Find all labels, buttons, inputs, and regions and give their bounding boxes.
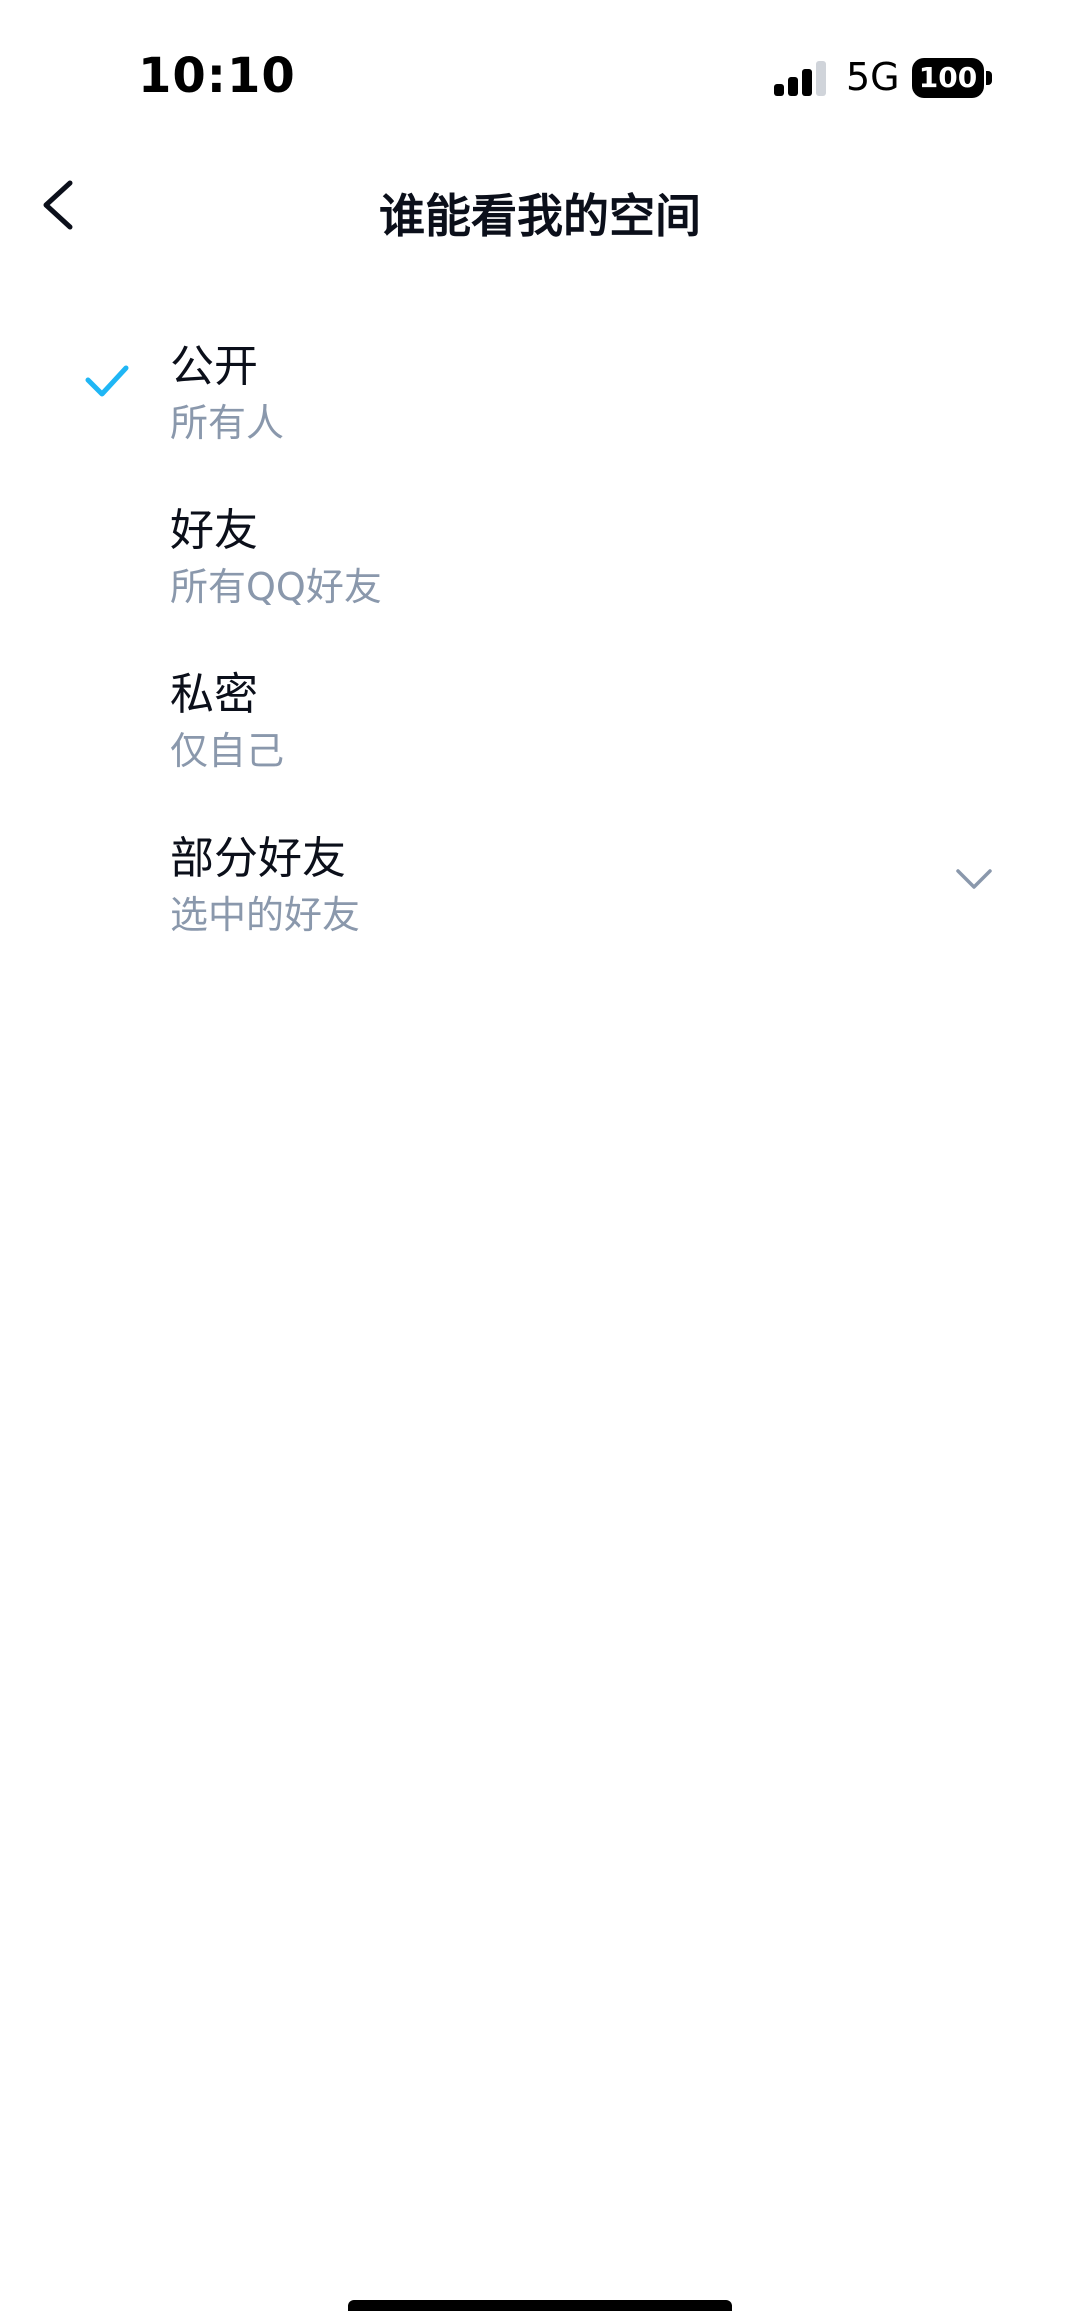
nav-bar: 谁能看我的空间	[0, 160, 1080, 250]
home-indicator	[348, 2300, 732, 2311]
option-friends[interactable]: 好友 所有QQ好友	[0, 494, 1080, 658]
battery-tip	[986, 71, 992, 85]
option-sublabel: 所有QQ好友	[170, 565, 382, 609]
visibility-options-list: 公开 所有人 好友 所有QQ好友 私密 仅自己 部分好友 选中的好友	[0, 330, 1080, 986]
option-sublabel: 所有人	[170, 401, 285, 445]
status-bar: 10:10 5G 100	[0, 0, 1080, 150]
option-label: 私密	[170, 669, 258, 720]
option-some-friends[interactable]: 部分好友 选中的好友	[0, 822, 1080, 986]
chevron-down-icon[interactable]	[954, 866, 994, 892]
page-title: 谁能看我的空间	[379, 189, 701, 243]
status-time: 10:10	[138, 48, 296, 104]
option-private[interactable]: 私密 仅自己	[0, 658, 1080, 822]
battery-level: 100	[912, 58, 984, 98]
battery-icon: 100	[912, 58, 992, 98]
option-label: 部分好友	[170, 833, 346, 884]
option-label: 公开	[170, 341, 258, 392]
signal-strength-icon	[774, 61, 826, 96]
option-label: 好友	[170, 505, 258, 556]
option-sublabel: 仅自己	[170, 729, 285, 773]
option-public[interactable]: 公开 所有人	[0, 330, 1080, 494]
network-type: 5G	[846, 55, 900, 99]
checkmark-icon	[85, 365, 129, 397]
option-sublabel: 选中的好友	[170, 893, 361, 937]
